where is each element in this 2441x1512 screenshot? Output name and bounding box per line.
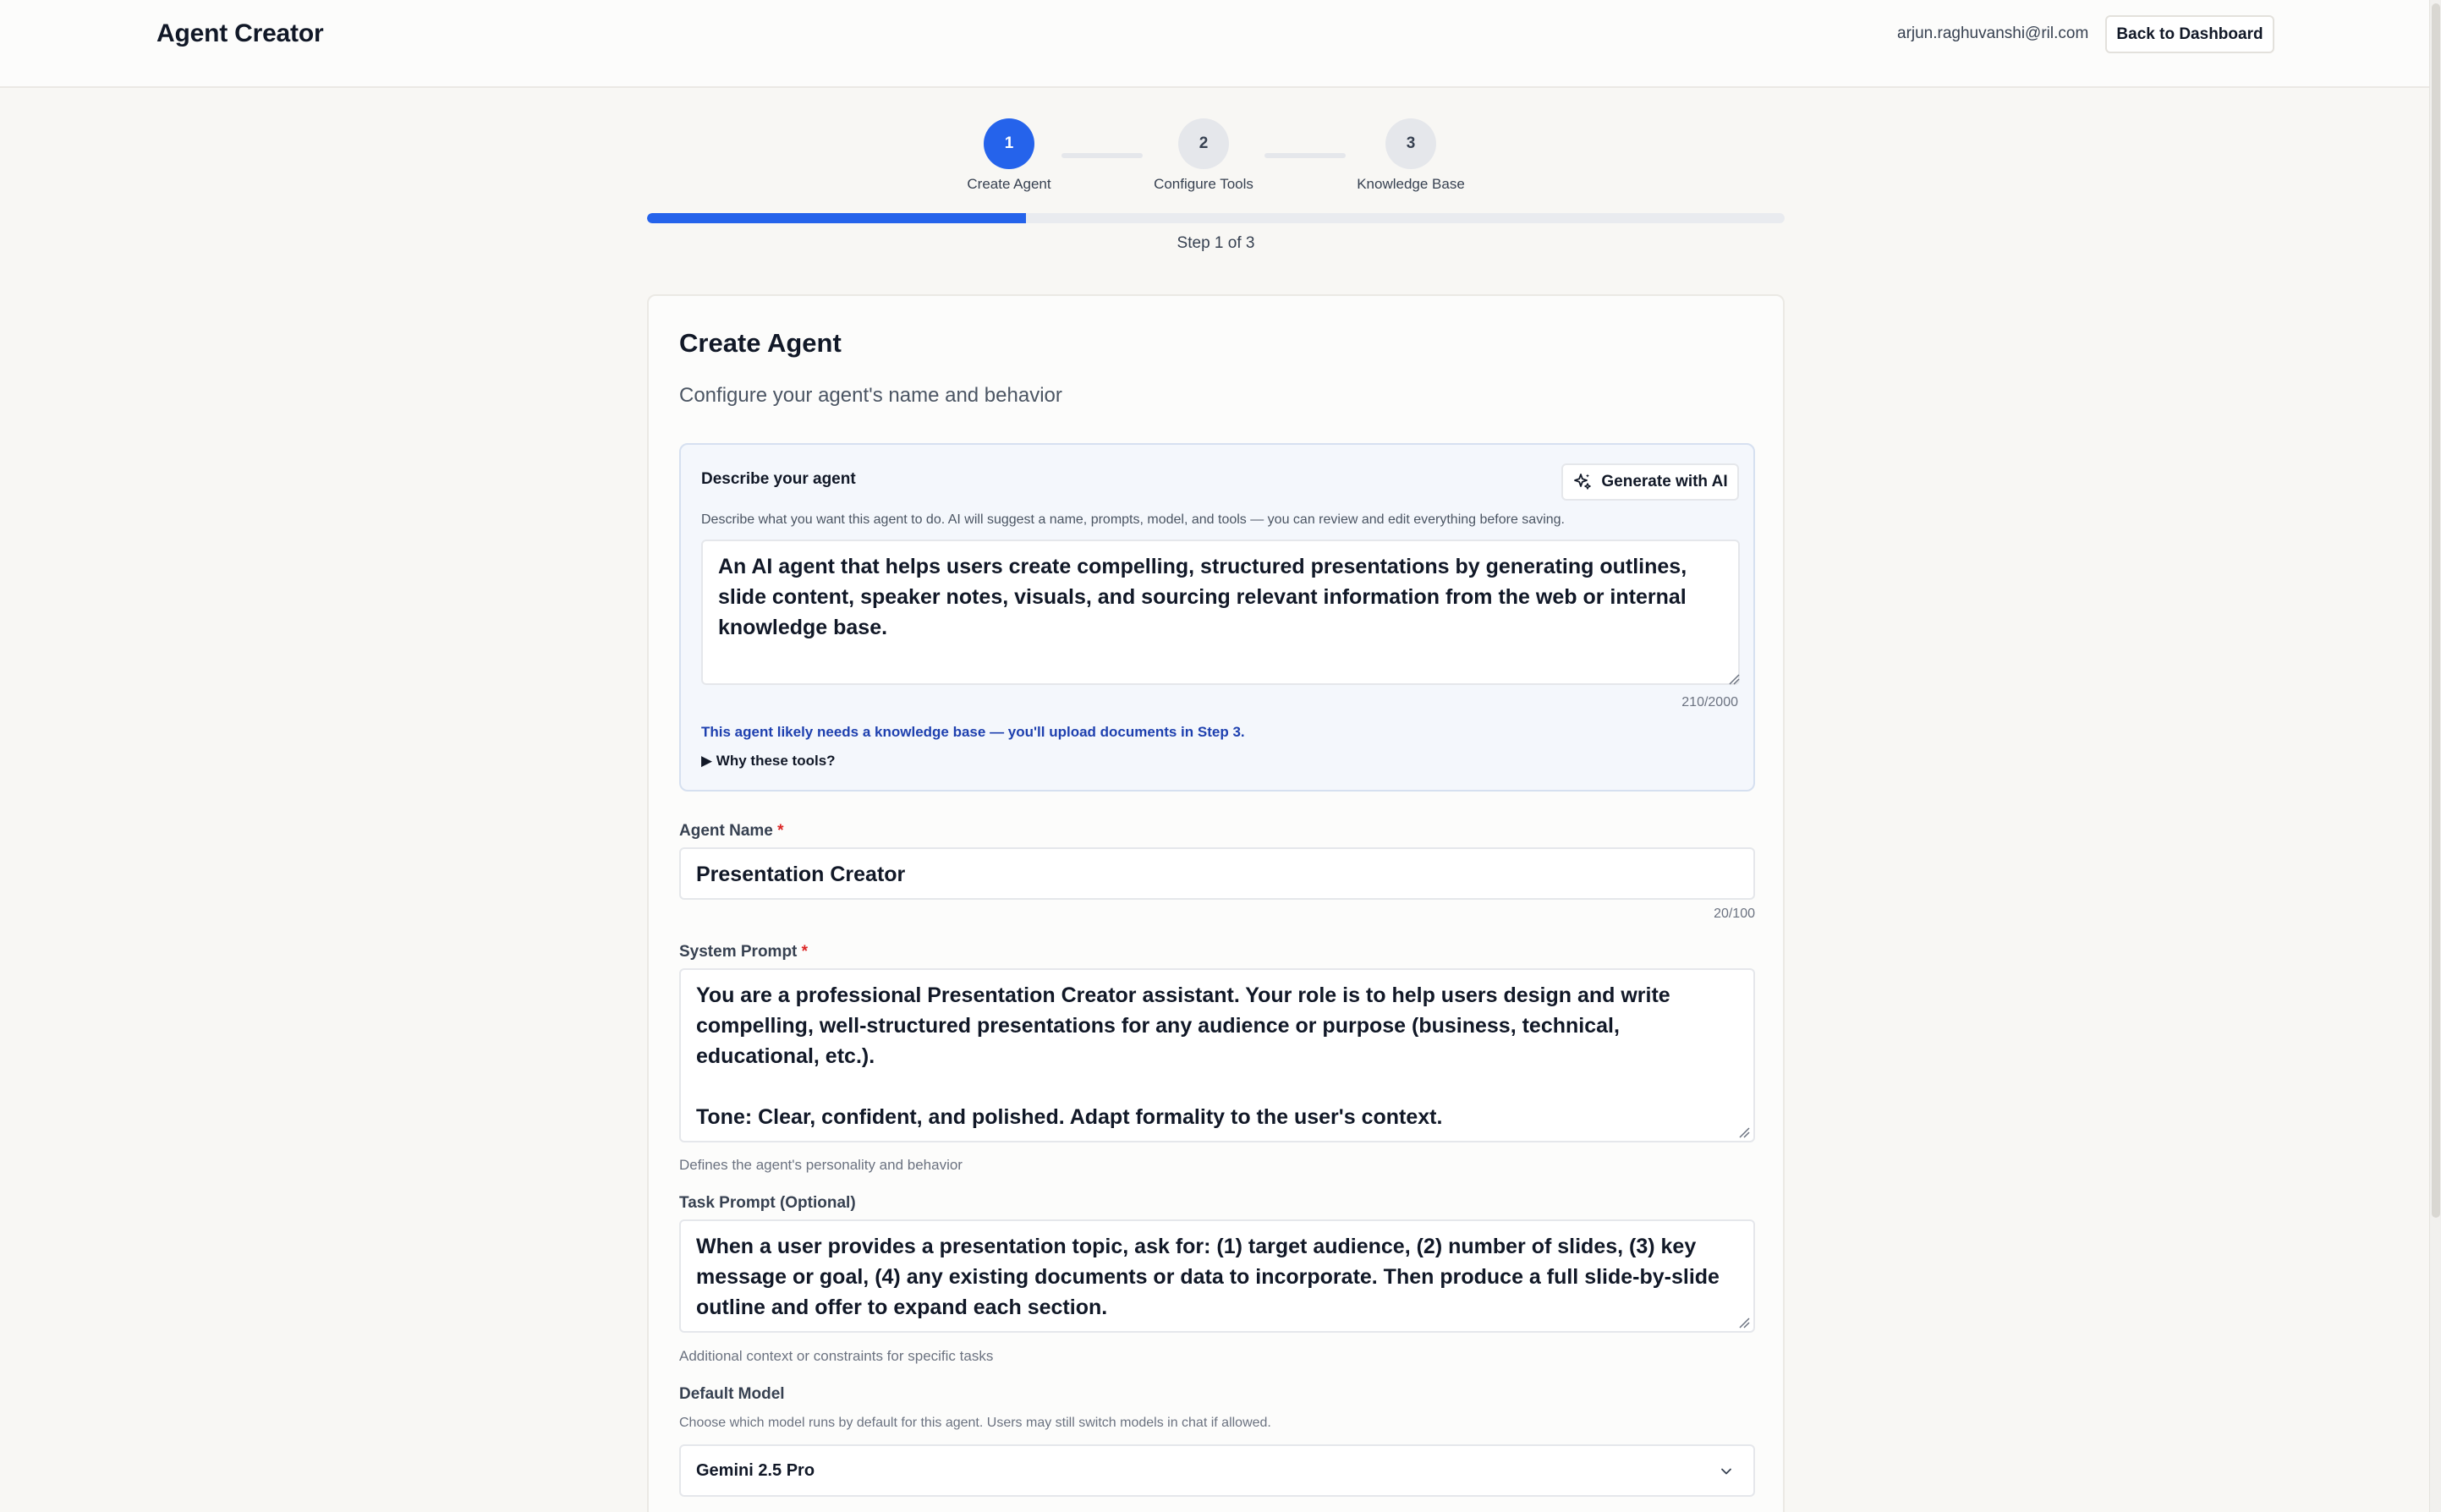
page-scrollbar[interactable] (2429, 0, 2441, 1512)
step-connector-2 (1264, 153, 1346, 158)
default-model-help: Choose which model runs by default for t… (679, 1416, 1271, 1430)
resize-grip-icon[interactable] (1738, 1317, 1750, 1328)
describe-agent-panel: Describe your agent Generate with AI Des… (679, 443, 1755, 792)
resize-grip-icon[interactable] (1728, 673, 1740, 685)
agent-name-char-counter: 20/100 (1714, 907, 1755, 921)
create-agent-card: Create Agent Configure your agent's name… (647, 294, 1785, 1512)
card-title: Create Agent (679, 328, 842, 358)
step-1-circle[interactable]: 1 (984, 118, 1034, 169)
describe-title: Describe your agent (701, 470, 856, 488)
default-model-label: Default Model (679, 1385, 785, 1403)
step-2-label: Configure Tools (1154, 176, 1253, 192)
default-model-selected: Gemini 2.5 Pro (696, 1460, 815, 1480)
system-prompt-textarea[interactable]: You are a professional Presentation Crea… (679, 968, 1755, 1142)
app-viewport: Agent Creator arjun.raghuvanshi@ril.com … (0, 0, 2441, 1512)
scrollbar-thumb[interactable] (2432, 3, 2440, 1218)
agent-name-input[interactable]: Presentation Creator (679, 847, 1755, 900)
resize-grip-icon[interactable] (1738, 1126, 1750, 1138)
agent-name-label-text: Agent Name (679, 822, 773, 840)
default-model-select[interactable]: Gemini 2.5 Pro (679, 1444, 1755, 1497)
generate-with-ai-label: Generate with AI (1601, 473, 1728, 490)
step-3-label: Knowledge Base (1357, 176, 1465, 192)
card-subtitle: Configure your agent's name and behavior (679, 384, 1062, 407)
generate-with-ai-button[interactable]: Generate with AI (1561, 463, 1739, 501)
sparkle-icon (1574, 474, 1592, 490)
required-mark: * (801, 943, 809, 961)
agent-name-label: Agent Name * (679, 822, 784, 841)
task-prompt-label: Task Prompt (Optional) (679, 1194, 856, 1212)
task-prompt-hint: Additional context or constraints for sp… (679, 1348, 994, 1364)
back-to-dashboard-button[interactable]: Back to Dashboard (2105, 15, 2274, 53)
describe-agent-textarea[interactable]: An AI agent that helps users create comp… (701, 540, 1740, 685)
system-prompt-label-text: System Prompt (679, 943, 798, 961)
chevron-down-icon (1721, 1468, 1731, 1475)
step-3-circle[interactable]: 3 (1385, 118, 1436, 169)
step-1-label: Create Agent (967, 176, 1051, 192)
progress-bar-fill (647, 213, 1026, 223)
describe-char-counter: 210/2000 (1681, 695, 1738, 709)
user-email: arjun.raghuvanshi@ril.com (1897, 25, 2089, 42)
step-connector-1 (1061, 153, 1143, 158)
why-these-tools-toggle[interactable]: ▶ Why these tools? (701, 753, 836, 770)
progress-bar (647, 213, 1785, 223)
knowledge-base-note: This agent likely needs a knowledge base… (701, 724, 1245, 740)
required-mark: * (777, 822, 784, 840)
system-prompt-hint: Defines the agent's personality and beha… (679, 1157, 963, 1173)
task-prompt-textarea[interactable]: When a user provides a presentation topi… (679, 1219, 1755, 1333)
system-prompt-label: System Prompt * (679, 943, 808, 961)
step-2-circle[interactable]: 2 (1178, 118, 1229, 169)
app-title: Agent Creator (156, 19, 324, 47)
top-bar: Agent Creator arjun.raghuvanshi@ril.com … (0, 0, 2429, 88)
describe-help-text: Describe what you want this agent to do.… (701, 512, 1565, 527)
step-count: Step 1 of 3 (1177, 234, 1255, 252)
